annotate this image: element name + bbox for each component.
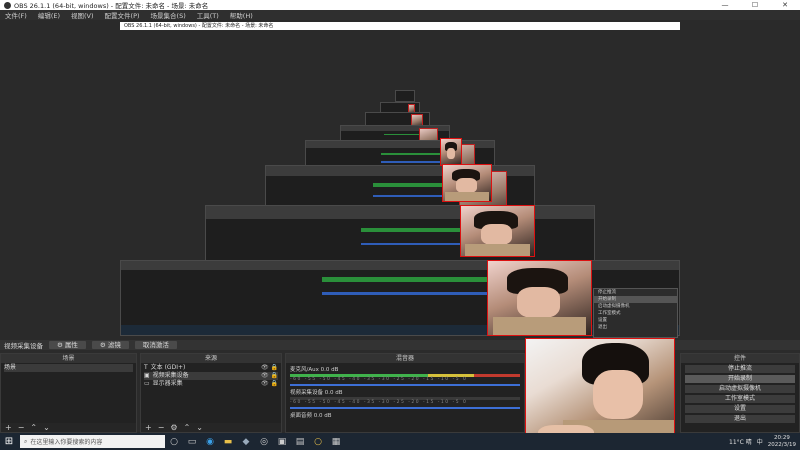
virtual-camera-button[interactable]: 启动虚拟摄像机 — [685, 385, 795, 393]
add-icon[interactable]: + — [145, 423, 152, 432]
add-icon[interactable]: + — [5, 423, 12, 432]
stop-streaming-button[interactable]: 停止推流 — [685, 365, 795, 373]
text-icon: T — [144, 364, 148, 371]
taskbar-search[interactable]: ⌕ 在这里输入你要搜索的内容 — [20, 435, 165, 448]
deactivate-button[interactable]: 取消激活 — [134, 341, 177, 349]
selected-source-label: 视频采集设备 — [4, 342, 43, 350]
scene-item[interactable]: 场景 — [4, 364, 133, 372]
weather-text[interactable]: 11°C 晴 — [729, 437, 752, 446]
visibility-icon[interactable]: 👁 🔒 — [261, 372, 278, 380]
clock[interactable]: 20:29 2022/3/19 — [768, 435, 796, 449]
menu-tools[interactable]: 工具(T) — [195, 10, 221, 20]
app-icon[interactable]: ▦ — [327, 433, 345, 450]
close-button[interactable]: ✕ — [770, 0, 800, 10]
app-icon[interactable]: ▣ — [273, 433, 291, 450]
sources-footer: + − ⚙ ⌃ ⌄ — [141, 423, 281, 432]
preview-canvas[interactable]: OBS 26.1.1 (64-bit, windows) - 配置文件: 未命名… — [0, 20, 800, 340]
capture-thumb — [460, 205, 535, 257]
scenes-panel: 场景 场景 + − ⌃ ⌄ — [0, 353, 137, 433]
controls-panel: 控件 停止推流 开始录制 启动虚拟摄像机 工作室模式 设置 退出 — [680, 353, 800, 433]
move-down-icon[interactable]: ⌄ — [196, 423, 203, 432]
start-recording-button[interactable]: 开始录制 — [685, 375, 795, 383]
menu-file[interactable]: 文件(F) — [3, 10, 29, 20]
obs-logo-icon — [4, 1, 11, 9]
menu-bar: 文件(F) 编辑(E) 视图(V) 配置文件(P) 场景集合(S) 工具(T) … — [0, 10, 800, 20]
minimize-button[interactable]: — — [710, 0, 740, 10]
edge-icon[interactable]: ◉ — [201, 433, 219, 450]
app-icon[interactable]: ○ — [309, 433, 327, 450]
source-toolbar: 视频采集设备 ⚙ 属性 ⚙ 滤镜 取消激活 — [0, 340, 800, 350]
source-item[interactable]: T 文本 (GDI+) 👁 🔒 — [144, 364, 278, 372]
capture-thumb — [487, 260, 592, 336]
search-icon: ⌕ — [24, 437, 28, 445]
studio-mode-button[interactable]: 工作室模式 — [685, 395, 795, 403]
capture-thumb — [442, 164, 492, 202]
folder-icon[interactable]: ▬ — [219, 433, 237, 450]
obs-taskbar-icon[interactable]: ◎ — [255, 433, 273, 450]
visibility-icon[interactable]: 👁 🔒 — [261, 364, 278, 372]
volume-slider[interactable] — [290, 407, 520, 409]
properties-button[interactable]: ⚙ 属性 — [49, 341, 86, 349]
controls-header: 控件 — [681, 354, 799, 363]
move-down-icon[interactable]: ⌄ — [43, 423, 50, 432]
move-up-icon[interactable]: ⌃ — [30, 423, 37, 432]
window-controls: — ☐ ✕ — [710, 0, 800, 10]
nested-controls-menu: 停止推流 开始录制 启动虚拟摄像机 工作室模式 设置 退出 — [593, 288, 678, 338]
mixer-track: 麦克风/Aux 0.0 dB -60 -55 -50 -45 -40 -35 -… — [290, 365, 520, 386]
window-titlebar: OBS 26.1.1 (64-bit, windows) - 配置文件: 未命名… — [0, 0, 800, 10]
volume-slider[interactable] — [290, 384, 520, 386]
app-icon[interactable]: ▤ — [291, 433, 309, 450]
monitor-icon: ▭ — [144, 380, 150, 387]
window-title: OBS 26.1.1 (64-bit, windows) - 配置文件: 未命名… — [14, 2, 209, 10]
capture-thumb — [440, 138, 462, 166]
exit-button[interactable]: 退出 — [685, 415, 795, 423]
search-placeholder: 在这里输入你要搜索的内容 — [30, 439, 103, 446]
windows-taskbar: ⊞ ⌕ 在这里输入你要搜索的内容 ○ ▭ ◉ ▬ ◆ ◎ ▣ ▤ ○ ▦ 11°… — [0, 433, 800, 450]
camera-icon: ▣ — [144, 372, 150, 379]
filters-button[interactable]: ⚙ 滤镜 — [91, 341, 129, 349]
mixer-header: 混音器 — [286, 354, 524, 363]
menu-help[interactable]: 帮助(H) — [228, 10, 255, 20]
menu-profile[interactable]: 配置文件(P) — [103, 10, 142, 20]
mixer-track: 视频采集设备 0.0 dB -60 -55 -50 -45 -40 -35 -3… — [290, 388, 520, 409]
source-item[interactable]: ▭ 显示器采集 👁 🔒 — [144, 380, 278, 388]
source-item[interactable]: ▣ 视频采集设备 👁 🔒 — [144, 372, 278, 380]
menu-edit[interactable]: 编辑(E) — [36, 10, 62, 20]
settings-button[interactable]: 设置 — [685, 405, 795, 413]
menu-scene-collection[interactable]: 场景集合(S) — [149, 10, 188, 20]
move-up-icon[interactable]: ⌃ — [184, 423, 191, 432]
maximize-button[interactable]: ☐ — [740, 0, 770, 10]
mixer-track: 桌面音频 0.0 dB — [290, 413, 332, 419]
system-tray: 11°C 晴 中 20:29 2022/3/19 — [729, 433, 800, 450]
remove-icon[interactable]: − — [18, 423, 25, 432]
dock-area: 视频采集设备 ⚙ 属性 ⚙ 滤镜 取消激活 场景 场景 + − ⌃ ⌄ 来源 T… — [0, 340, 800, 433]
mixer-panel: 混音器 麦克风/Aux 0.0 dB -60 -55 -50 -45 -40 -… — [285, 353, 525, 433]
task-switch-icon[interactable]: ▭ — [183, 433, 201, 450]
nested-window-title: OBS 26.1.1 (64-bit, windows) - 配置文件: 未命名… — [120, 22, 680, 30]
menu-view[interactable]: 视图(V) — [69, 10, 96, 20]
sources-panel: 来源 T 文本 (GDI+) 👁 🔒 ▣ 视频采集设备 👁 🔒 ▭ 显示器采集 👁 🔒 + … — [140, 353, 282, 433]
ime-indicator[interactable]: 中 — [757, 437, 763, 446]
scenes-header: 场景 — [1, 354, 136, 363]
visibility-icon[interactable]: 👁 🔒 — [261, 380, 278, 388]
remove-icon[interactable]: − — [158, 423, 165, 432]
steam-icon[interactable]: ◆ — [237, 433, 255, 450]
windows-start-icon[interactable]: ⊞ — [0, 436, 18, 447]
task-view-icon[interactable]: ○ — [165, 433, 183, 450]
sources-header: 来源 — [141, 354, 281, 363]
gear-icon[interactable]: ⚙ — [170, 423, 177, 432]
scenes-footer: + − ⌃ ⌄ — [1, 423, 136, 432]
nested-layer — [395, 90, 415, 102]
